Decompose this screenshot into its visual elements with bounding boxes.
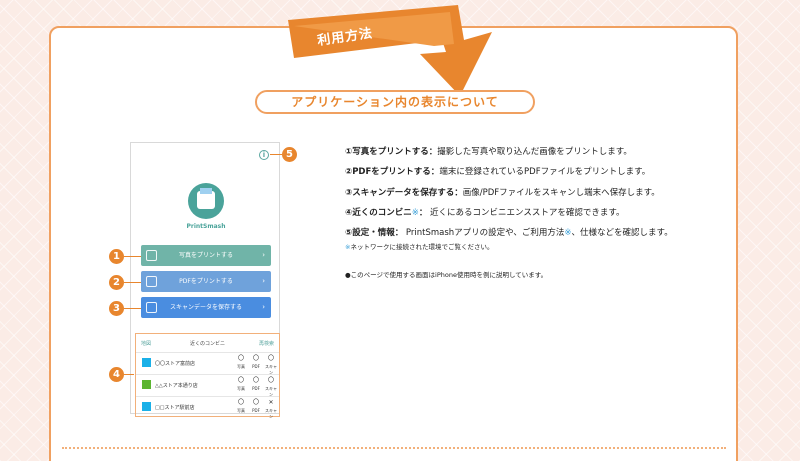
description-body: PrintSmashアプリの設定や、ご利用方法 [405, 228, 565, 239]
nearby-stores-panel: 地図 近くのコンビニ 再検索 〇〇ストア富前店 〇 〇 〇 写真 PDF スキャ… [135, 333, 280, 419]
feature-descriptions: ①写真をプリントする：撮影した写真や取り込んだ画像をプリントします。 ②PDFを… [345, 145, 735, 246]
pdf-availability: 〇 [252, 399, 259, 406]
note-mark: ※ [564, 228, 572, 239]
col-label-photo: 写真 [237, 386, 245, 391]
print-pdf-label: PDFをプリントする [179, 278, 233, 285]
description-separator: ： [454, 187, 463, 198]
photo-icon [146, 250, 157, 261]
description-body: 画像/PDFファイルをスキャンし端末へ保存します。 [462, 187, 660, 198]
col-label-photo: 写真 [237, 364, 245, 369]
description-nearby-stores: ④近くのコンビニ※： 近くにあるコンビニエンスストアを確認できます。 [345, 206, 735, 218]
photo-availability: 〇 [237, 399, 244, 406]
chevron-right-icon: › [262, 303, 265, 311]
description-print-pdf: ②PDFをプリントする：端末に登録されているPDFファイルをプリントします。 [345, 165, 735, 177]
col-label-scan: スキャン [265, 408, 277, 419]
description-head: ⑤設定・情報 [345, 228, 395, 239]
pdf-availability: 〇 [252, 355, 259, 362]
callout-4-leader [124, 374, 134, 375]
dotted-divider [62, 447, 726, 449]
callout-4: 4 [109, 367, 124, 382]
stores-title: 近くのコンビニ [189, 341, 225, 347]
chevron-right-icon: › [262, 277, 265, 285]
phone-mockup: i PrintSmash 写真をプリントする › PDFをプリントする › スキ… [130, 142, 280, 419]
description-save-scan: ③スキャンデータを保存する：画像/PDFファイルをスキャンし端末へ保存します。 [345, 186, 735, 198]
store-row[interactable]: □□ストア駅前店 〇 〇 ✕ 写真 PDF スキャン [136, 396, 279, 419]
scan-availability: 〇 [267, 377, 274, 384]
callout-5-leader [270, 154, 282, 155]
chevron-right-icon: › [262, 251, 265, 259]
col-label-pdf: PDF [252, 386, 260, 391]
col-label-pdf: PDF [252, 364, 260, 369]
callout-5: 5 [282, 147, 297, 162]
description-separator: ： [418, 207, 428, 218]
description-head: ④近くのコンビニ [345, 207, 412, 218]
app-logo [188, 183, 224, 219]
col-label-photo: 写真 [237, 408, 245, 413]
store-logo-icon [142, 380, 151, 389]
description-separator: ： [428, 147, 438, 157]
section-title: アプリケーション内の表示について [255, 90, 535, 114]
callout-3: 3 [109, 301, 124, 316]
store-logo-icon [142, 358, 151, 367]
callout-1: 1 [109, 249, 124, 264]
description-print-photo: ①写真をプリントする：撮影した写真や取り込んだ画像をプリントします。 [345, 145, 735, 157]
print-photo-button[interactable]: 写真をプリントする › [141, 245, 271, 266]
photo-availability: 〇 [237, 355, 244, 362]
network-note-text: ネットワークに接続された環境でご覧ください。 [350, 243, 494, 251]
stores-header: 地図 近くのコンビニ 再検索 [136, 334, 279, 352]
description-head: ②PDFをプリントする [345, 167, 431, 178]
save-scan-label: スキャンデータを保存する [169, 304, 242, 311]
note-mark: ※ [411, 207, 419, 218]
app-name: PrintSmash [186, 223, 226, 230]
scan-icon [146, 302, 157, 313]
callout-2-leader [124, 282, 141, 283]
col-label-pdf: PDF [252, 408, 260, 413]
description-settings-info: ⑤設定・情報： PrintSmashアプリの設定や、ご利用方法※、仕様などを確認… [345, 226, 735, 238]
store-name: 〇〇ストア富前店 [155, 361, 196, 367]
photo-availability: 〇 [237, 377, 244, 384]
printer-paper-icon [200, 188, 212, 194]
scan-availability: 〇 [267, 355, 274, 362]
callout-2: 2 [109, 275, 124, 290]
callout-3-leader [124, 308, 141, 309]
scan-availability: ✕ [268, 399, 274, 406]
store-row[interactable]: △△ストア本通り店 〇 〇 〇 写真 PDF スキャン [136, 374, 279, 397]
description-body: 端末に登録されているPDFファイルをプリントします。 [439, 167, 651, 178]
store-name: △△ストア本通り店 [155, 383, 198, 389]
save-scan-button[interactable]: スキャンデータを保存する › [141, 297, 271, 318]
store-row[interactable]: 〇〇ストア富前店 〇 〇 〇 写真 PDF スキャン [136, 352, 279, 375]
description-head: ①写真をプリントする [345, 147, 429, 157]
store-name: □□ストア駅前店 [155, 405, 195, 411]
description-body-tail: 、仕様などを確認します。 [571, 228, 673, 239]
info-icon[interactable]: i [259, 150, 269, 160]
print-pdf-button[interactable]: PDFをプリントする › [141, 271, 271, 292]
research-link[interactable]: 再検索 [259, 340, 274, 347]
pdf-availability: 〇 [252, 377, 259, 384]
print-photo-label: 写真をプリントする [178, 252, 233, 259]
description-body: 撮影した写真や取り込んだ画像をプリントします。 [437, 147, 632, 157]
network-note: ※ネットワークに接続された環境でご覧ください。 [345, 241, 493, 251]
iphone-note: ●このページで使用する画面はiPhone使用時を例に説明しています。 [345, 271, 548, 279]
store-logo-icon [142, 402, 151, 411]
description-head: ③スキャンデータを保存する [345, 187, 455, 198]
description-separator: ： [394, 228, 404, 239]
description-body: 近くにあるコンビニエンスストアを確認できます。 [430, 207, 625, 218]
callout-1-leader [124, 256, 141, 257]
document-icon [146, 276, 157, 287]
